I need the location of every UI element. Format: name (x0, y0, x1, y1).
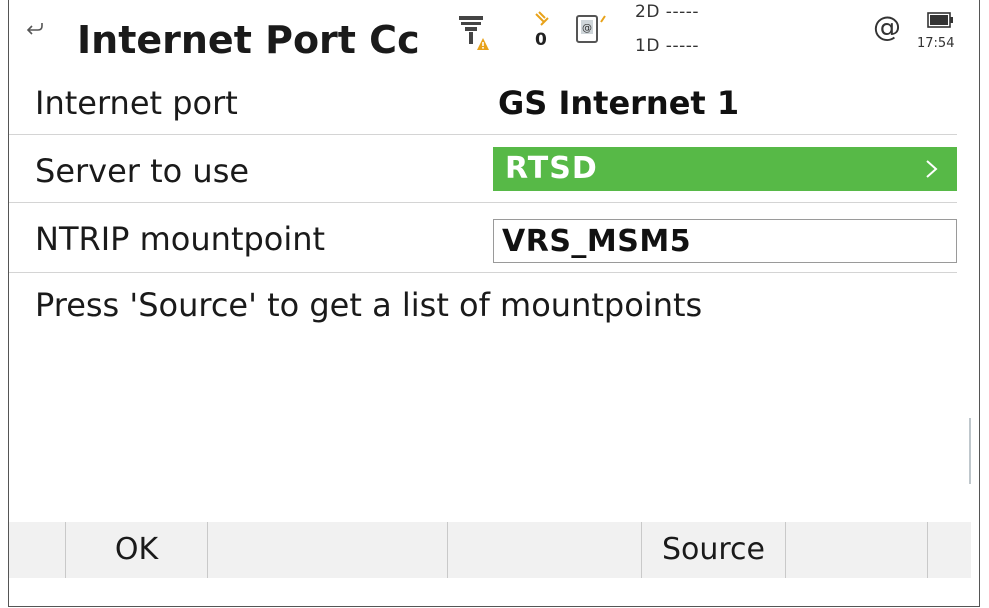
mountpoint-label: NTRIP mountpoint (35, 220, 326, 258)
precision-2d: 2D ----- (635, 2, 699, 22)
precision-1d: 1D ----- (635, 36, 699, 56)
at-icon[interactable]: @ (873, 10, 901, 43)
satellite-count: 0 (535, 30, 547, 50)
screen-frame: Internet Port Cc 0 @ 2D ----- 1D ----- @ (8, 0, 980, 607)
internet-port-row: Internet port GS Internet 1 (9, 78, 957, 135)
satellite-icon[interactable] (533, 10, 551, 30)
internet-port-value: GS Internet 1 (498, 84, 740, 122)
softkey-f7[interactable] (927, 522, 971, 578)
controller-link-icon[interactable]: @ (575, 12, 611, 46)
softkey-f3[interactable] (207, 522, 447, 578)
hint-text: Press 'Source' to get a list of mountpoi… (35, 286, 703, 324)
internet-port-label: Internet port (35, 84, 238, 122)
gnss-antenna-warning-icon[interactable] (455, 14, 491, 52)
server-select-value: RTSD (505, 151, 598, 186)
back-arrow-icon[interactable] (23, 18, 47, 42)
title-bar: Internet Port Cc 0 @ 2D ----- 1D ----- @ (9, 0, 979, 78)
softkey-f1[interactable] (9, 522, 65, 578)
svg-text:@: @ (582, 23, 592, 34)
clock: 17:54 (917, 36, 955, 51)
battery-icon[interactable] (927, 12, 955, 28)
scrollbar[interactable] (969, 418, 971, 484)
server-select[interactable]: RTSD (493, 147, 957, 191)
softkey-bar: OK Source (9, 522, 971, 578)
chevron-right-icon (926, 160, 938, 178)
ok-button[interactable]: OK (65, 522, 207, 578)
page-title: Internet Port Cc (77, 18, 420, 62)
source-button[interactable]: Source (641, 522, 785, 578)
softkey-f4[interactable] (447, 522, 641, 578)
softkey-f6[interactable] (785, 522, 927, 578)
server-label: Server to use (35, 152, 250, 190)
mountpoint-input[interactable] (493, 219, 957, 263)
